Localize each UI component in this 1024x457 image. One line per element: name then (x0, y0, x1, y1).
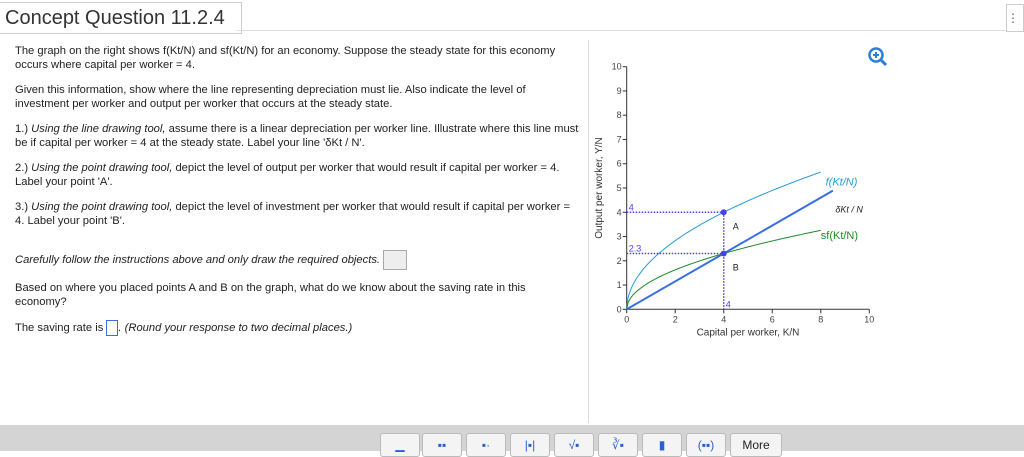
instruction-num: 2.) (15, 162, 29, 174)
x-tick-label: 10 (864, 314, 874, 324)
y-tick-label: 1 (617, 280, 622, 290)
y-tick-label: 0 (617, 304, 622, 314)
caution-text: Carefully follow the instructions above … (15, 253, 381, 266)
guide-label-x: 4 (726, 299, 731, 309)
x-tick-label: 2 (673, 314, 678, 324)
question-intro: The graph on the right shows f(Kt/N) and… (15, 45, 556, 71)
y-tick-label: 6 (617, 159, 622, 169)
toolbar-button-4[interactable]: √▪ (554, 433, 594, 457)
menu-icon[interactable]: ⋮⋮ (1006, 4, 1024, 32)
instruction-tool: Using the point drawing tool, (31, 162, 173, 174)
graph[interactable]: 0 2 4 6 8 10012345678910Capital per worker, K… (590, 40, 890, 350)
page-title: Concept Question 11.2.4 (0, 2, 242, 34)
panel-divider (588, 40, 589, 423)
answer-line: The saving rate is . (Round your respons… (15, 320, 580, 336)
instruction-num: 3.) (15, 201, 29, 213)
legend-f: f(Kt/N) (826, 177, 858, 189)
legend-depreciation: δKt / N (835, 204, 863, 214)
instruction-tool: Using the point drawing tool, (31, 201, 173, 213)
point-label: A (733, 221, 739, 231)
x-tick-label: 6 (770, 314, 775, 324)
toolbar-button-0[interactable]: ▁ (380, 433, 420, 457)
y-axis-label: Output per worker, Y/N (594, 137, 605, 239)
point-B (720, 250, 727, 257)
x-tick-label: 8 (818, 314, 823, 324)
header-divider (237, 30, 1007, 31)
toolbar-button-2[interactable]: ▪· (466, 433, 506, 457)
toolbar-button-6[interactable]: ▮ (642, 433, 682, 457)
toolbar-button-3[interactable]: |▪| (510, 433, 550, 457)
toolbar-button-5[interactable]: ∛▪ (598, 433, 638, 457)
depreciation-line (626, 189, 834, 311)
y-tick-label: 8 (617, 110, 622, 120)
point-A (720, 209, 727, 216)
toolbar-button-7[interactable]: (▪▪) (686, 433, 726, 457)
instruction-2: 2.) Using the point drawing tool, depict… (15, 161, 580, 189)
caution: Carefully follow the instructions above … (15, 250, 580, 270)
saving-question: Based on where you placed points A and B… (15, 282, 526, 308)
guide-label-a: 4 (629, 202, 634, 212)
instruction-3: 3.) Using the point drawing tool, depict… (15, 200, 580, 228)
question-task: Given this information, show where the l… (15, 84, 526, 110)
tools-icon[interactable] (383, 250, 408, 270)
point-label: B (733, 263, 739, 273)
x-tick-label: 0 (624, 314, 629, 324)
y-tick-label: 4 (617, 207, 622, 217)
y-tick-label: 5 (617, 183, 622, 193)
instruction-tool: Using the line drawing tool, (31, 123, 166, 135)
x-axis-label: Capital per worker, K/N (697, 327, 800, 338)
drawing-toolbar: ▁ ▪▪ ▪· |▪| √▪ ∛▪ ▮ (▪▪) More (0, 425, 1024, 457)
x-tick-label: 4 (721, 314, 726, 324)
instruction-1: 1.) Using the line drawing tool, assume … (15, 122, 580, 150)
legend-sf: sf(Kt/N) (821, 230, 858, 242)
instruction-num: 1.) (15, 123, 29, 135)
y-tick-label: 10 (612, 62, 622, 72)
toolbar-button-8[interactable]: More (730, 433, 782, 457)
y-tick-label: 9 (617, 86, 622, 96)
guide-label-b: 2.3 (629, 244, 642, 254)
toolbar-button-1[interactable]: ▪▪ (422, 433, 462, 457)
answer-prefix: The saving rate is (15, 321, 104, 334)
y-tick-label: 2 (617, 256, 622, 266)
y-tick-label: 3 (617, 232, 622, 242)
saving-rate-input[interactable] (106, 320, 119, 336)
question-panel: The graph on the right shows f(Kt/N) and… (15, 44, 580, 347)
answer-suffix: . (Round your response to two decimal pl… (118, 321, 353, 334)
y-tick-label: 7 (617, 134, 622, 144)
zoom-in-icon[interactable] (868, 47, 888, 67)
